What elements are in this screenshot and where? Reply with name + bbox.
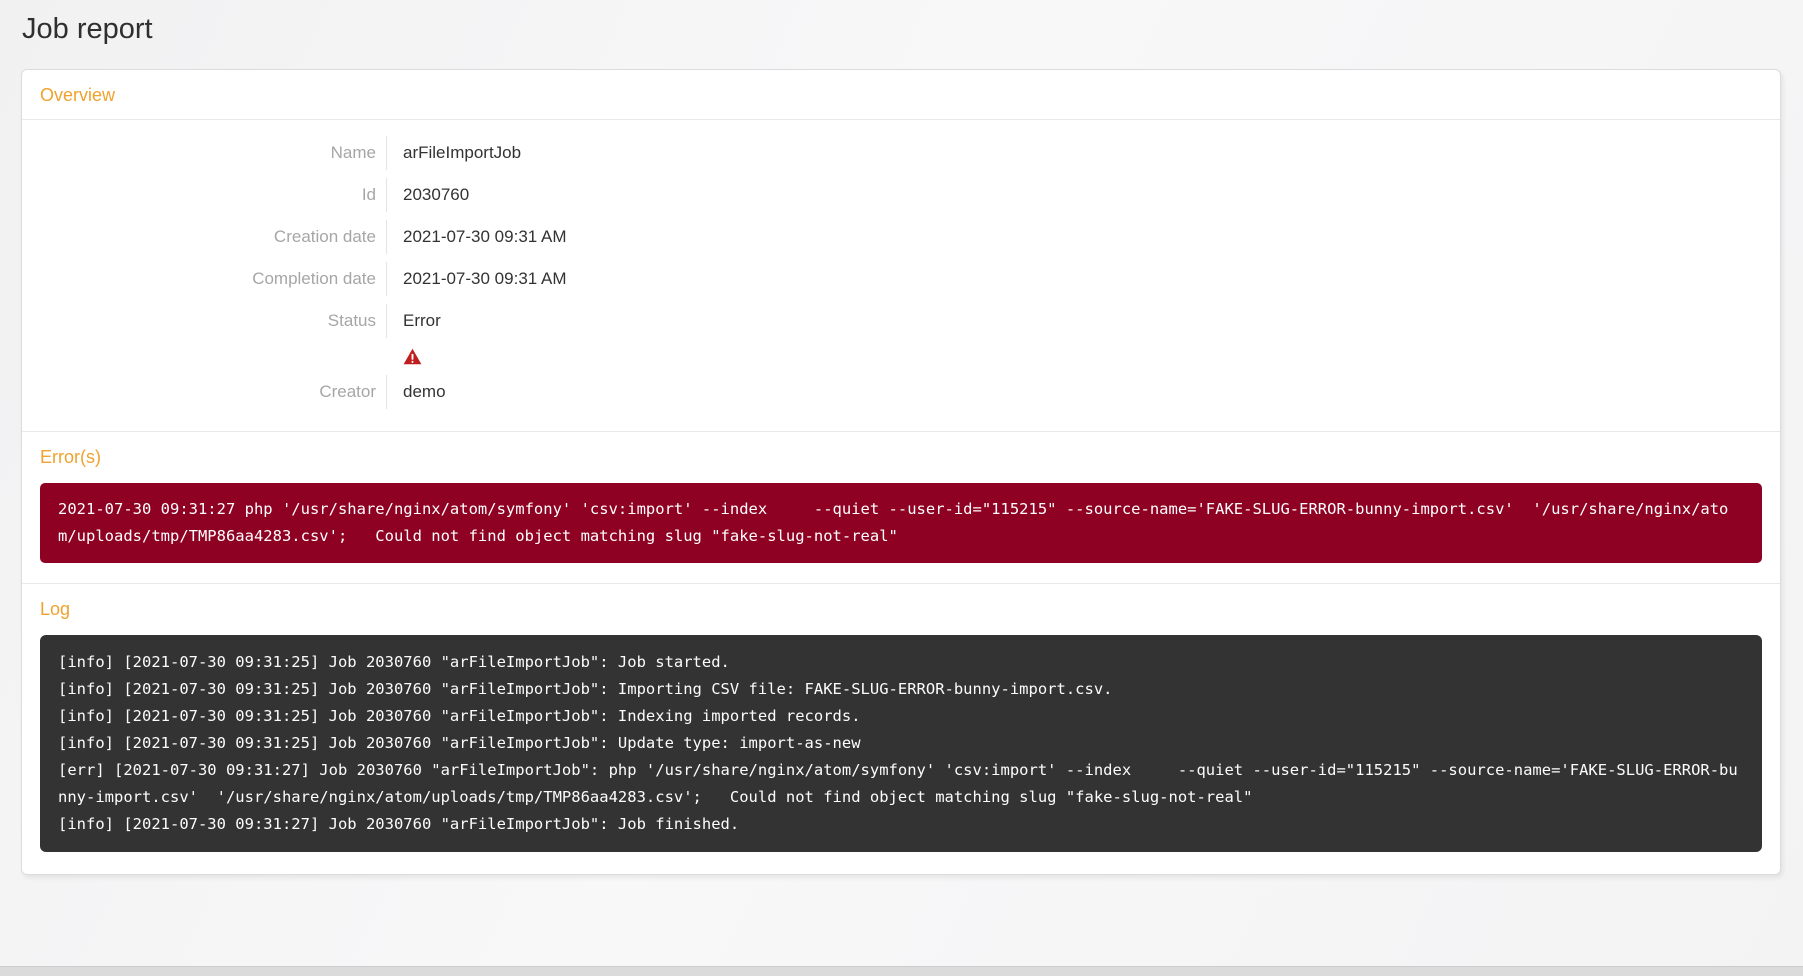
field-row-status: Status Error (22, 304, 1780, 338)
error-message-banner: 2021-07-30 09:31:27 php '/usr/share/ngin… (40, 483, 1762, 563)
warning-triangle-icon (387, 346, 422, 367)
id-label: Id (22, 178, 387, 212)
field-row-creator: Creator demo (22, 375, 1780, 409)
id-value: 2030760 (387, 178, 469, 212)
status-label: Status (22, 304, 387, 338)
field-row-creation-date: Creation date 2021-07-30 09:31 AM (22, 220, 1780, 254)
status-value: Error (387, 304, 441, 338)
log-line: [info] [2021-07-30 09:31:25] Job 2030760… (58, 676, 1744, 703)
log-line: [info] [2021-07-30 09:31:25] Job 2030760… (58, 703, 1744, 730)
creation-date-label: Creation date (22, 220, 387, 254)
log-section: Log [info] [2021-07-30 09:31:25] Job 203… (22, 583, 1780, 852)
status-icon-spacer (22, 346, 387, 367)
creation-date-value: 2021-07-30 09:31 AM (387, 220, 567, 254)
page-title: Job report (0, 0, 1803, 46)
log-heading: Log (22, 584, 1780, 633)
name-value: arFileImportJob (387, 136, 521, 170)
field-row-id: Id 2030760 (22, 178, 1780, 212)
field-row-status-icon (22, 346, 1780, 367)
log-output-box: [info] [2021-07-30 09:31:25] Job 2030760… (40, 635, 1762, 852)
name-label: Name (22, 136, 387, 170)
creator-value: demo (387, 375, 446, 409)
completion-date-value: 2021-07-30 09:31 AM (387, 262, 567, 296)
overview-section: Overview Name arFileImportJob Id 2030760… (22, 70, 1780, 431)
log-line: [err] [2021-07-30 09:31:27] Job 2030760 … (58, 757, 1744, 811)
errors-section: Error(s) 2021-07-30 09:31:27 php '/usr/s… (22, 431, 1780, 563)
field-row-completion-date: Completion date 2021-07-30 09:31 AM (22, 262, 1780, 296)
job-report-panel: Overview Name arFileImportJob Id 2030760… (21, 69, 1781, 875)
completion-date-label: Completion date (22, 262, 387, 296)
field-row-name: Name arFileImportJob (22, 136, 1780, 170)
log-line: [info] [2021-07-30 09:31:25] Job 2030760… (58, 730, 1744, 757)
overview-heading: Overview (22, 70, 1780, 120)
log-line: [info] [2021-07-30 09:31:27] Job 2030760… (58, 811, 1744, 838)
horizontal-scrollbar[interactable] (0, 966, 1803, 976)
errors-heading: Error(s) (22, 432, 1780, 481)
log-line: [info] [2021-07-30 09:31:25] Job 2030760… (58, 649, 1744, 676)
overview-fields: Name arFileImportJob Id 2030760 Creation… (22, 120, 1780, 431)
creator-label: Creator (22, 375, 387, 409)
